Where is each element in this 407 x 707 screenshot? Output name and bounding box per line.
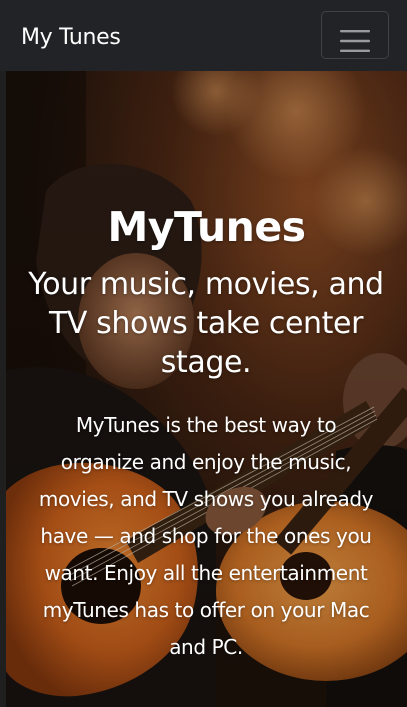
hero-title: MyTunes [107, 203, 306, 251]
page: My Tunes MyTunes Your music, movies, and… [0, 0, 407, 707]
hero-subtitle: Your music, movies, and TV shows take ce… [28, 267, 384, 380]
hamburger-menu-icon [340, 29, 370, 52]
hero-section: MyTunes Your music, movies, and TV shows… [6, 71, 407, 707]
navbar-toggler-button[interactable] [321, 11, 389, 59]
brand-link[interactable]: My Tunes [21, 22, 121, 54]
hero-description: MyTunes is the best way to organize and … [38, 413, 374, 659]
navbar: My Tunes [0, 0, 407, 71]
